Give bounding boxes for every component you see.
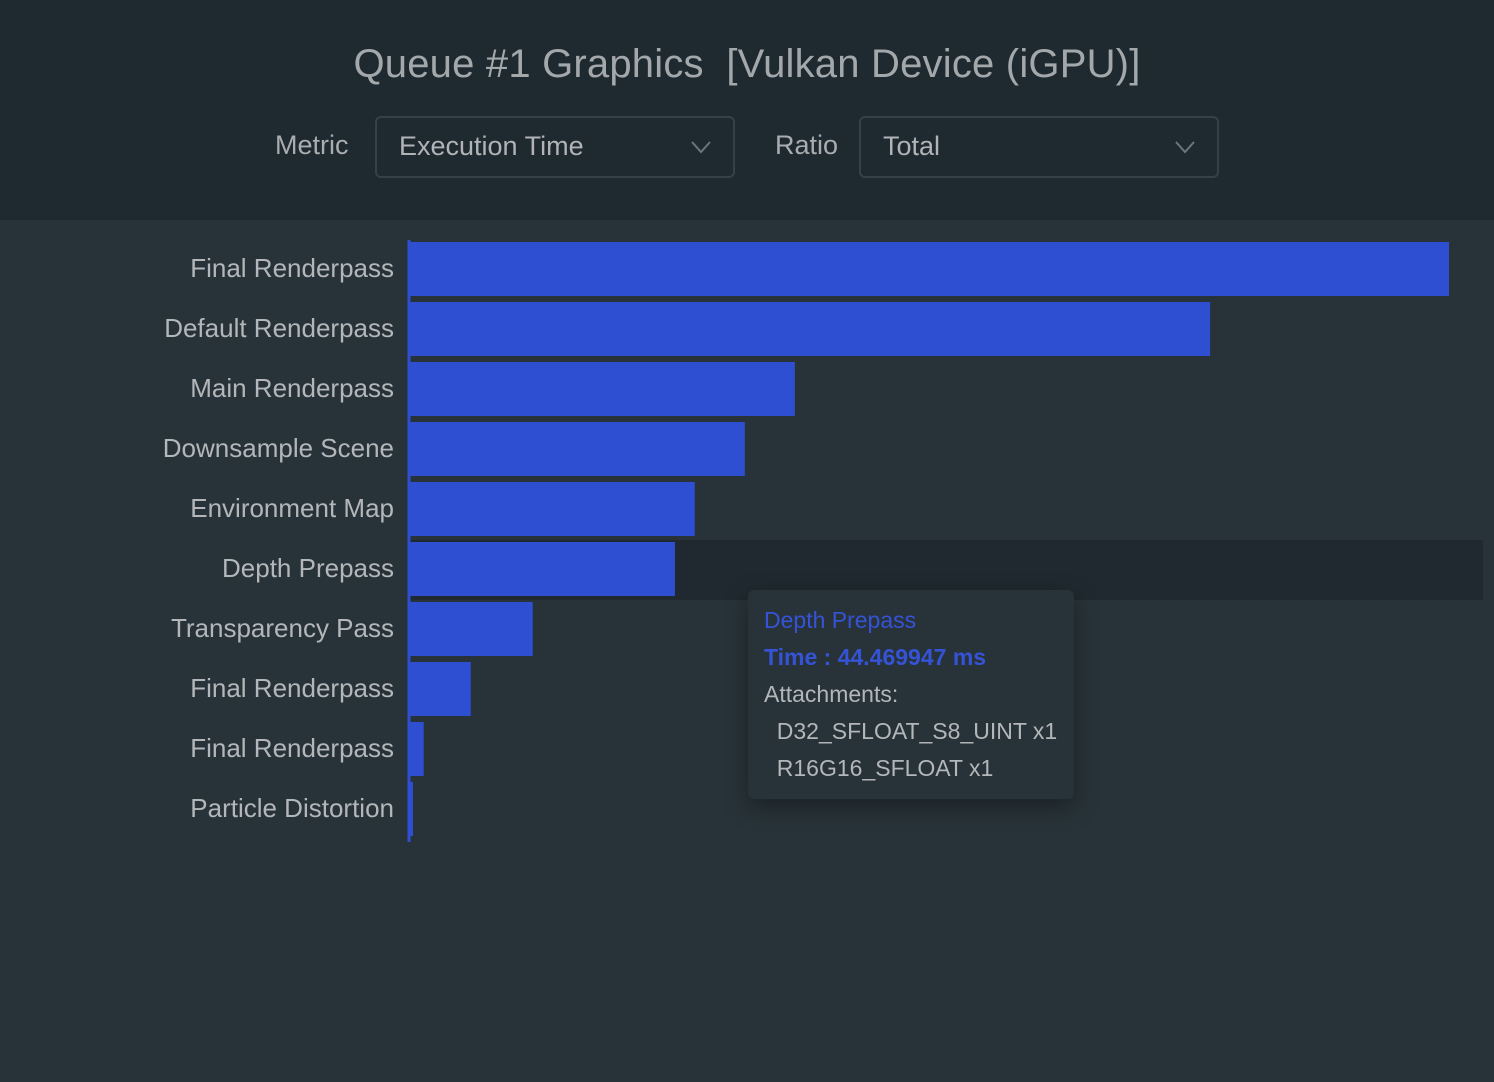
metric-select[interactable]: Execution Time: [375, 116, 735, 178]
bar[interactable]: [410, 602, 533, 656]
bar-chart-svg: [407, 240, 1483, 842]
chevron-down-icon: [1175, 141, 1195, 154]
category-label: Depth Prepass: [222, 553, 394, 583]
category-label: Default Renderpass: [164, 313, 394, 343]
tooltip-time: Time : 44.469947 ms: [764, 644, 987, 670]
bar[interactable]: [410, 422, 745, 476]
bar-tooltip: Depth Prepass Time : 44.469947 ms Attach…: [748, 590, 1074, 799]
ratio-select-value: Total: [883, 131, 941, 161]
category-label: Environment Map: [190, 493, 394, 523]
bar[interactable]: [410, 542, 675, 596]
category-label: Downsample Scene: [162, 433, 394, 463]
category-label: Transparency Pass: [170, 613, 394, 643]
category-label: Final Renderpass: [190, 253, 394, 283]
bar[interactable]: [410, 482, 695, 536]
tooltip-attachments-label: Attachments:: [764, 681, 899, 707]
tooltip-attachment: R16G16_SFLOAT x1: [764, 755, 994, 781]
header: Queue #1 Graphics [Vulkan Device (iGPU)]…: [0, 0, 1494, 220]
bar-chart: Final Renderpass Default Renderpass Main R…: [0, 220, 1494, 1082]
category-label: Final Renderpass: [190, 733, 394, 763]
ratio-label: Ratio: [775, 130, 839, 160]
bar[interactable]: [410, 302, 1211, 356]
category-label: Final Renderpass: [190, 673, 394, 703]
page-title: Queue #1 Graphics [Vulkan Device (iGPU)]: [353, 42, 1141, 86]
bar[interactable]: [410, 662, 471, 716]
bar[interactable]: [410, 242, 1449, 296]
metric-select-value: Execution Time: [399, 131, 584, 161]
bar[interactable]: [410, 722, 424, 776]
tooltip-attachment: D32_SFLOAT_S8_UINT x1: [764, 718, 1058, 744]
ratio-select[interactable]: Total: [859, 116, 1219, 178]
category-label: Main Renderpass: [190, 373, 394, 403]
chevron-down-icon: [691, 141, 711, 154]
bar[interactable]: [410, 362, 795, 416]
category-label: Particle Distortion: [190, 793, 394, 823]
tooltip-title: Depth Prepass: [764, 607, 917, 633]
metric-label: Metric: [275, 130, 349, 160]
